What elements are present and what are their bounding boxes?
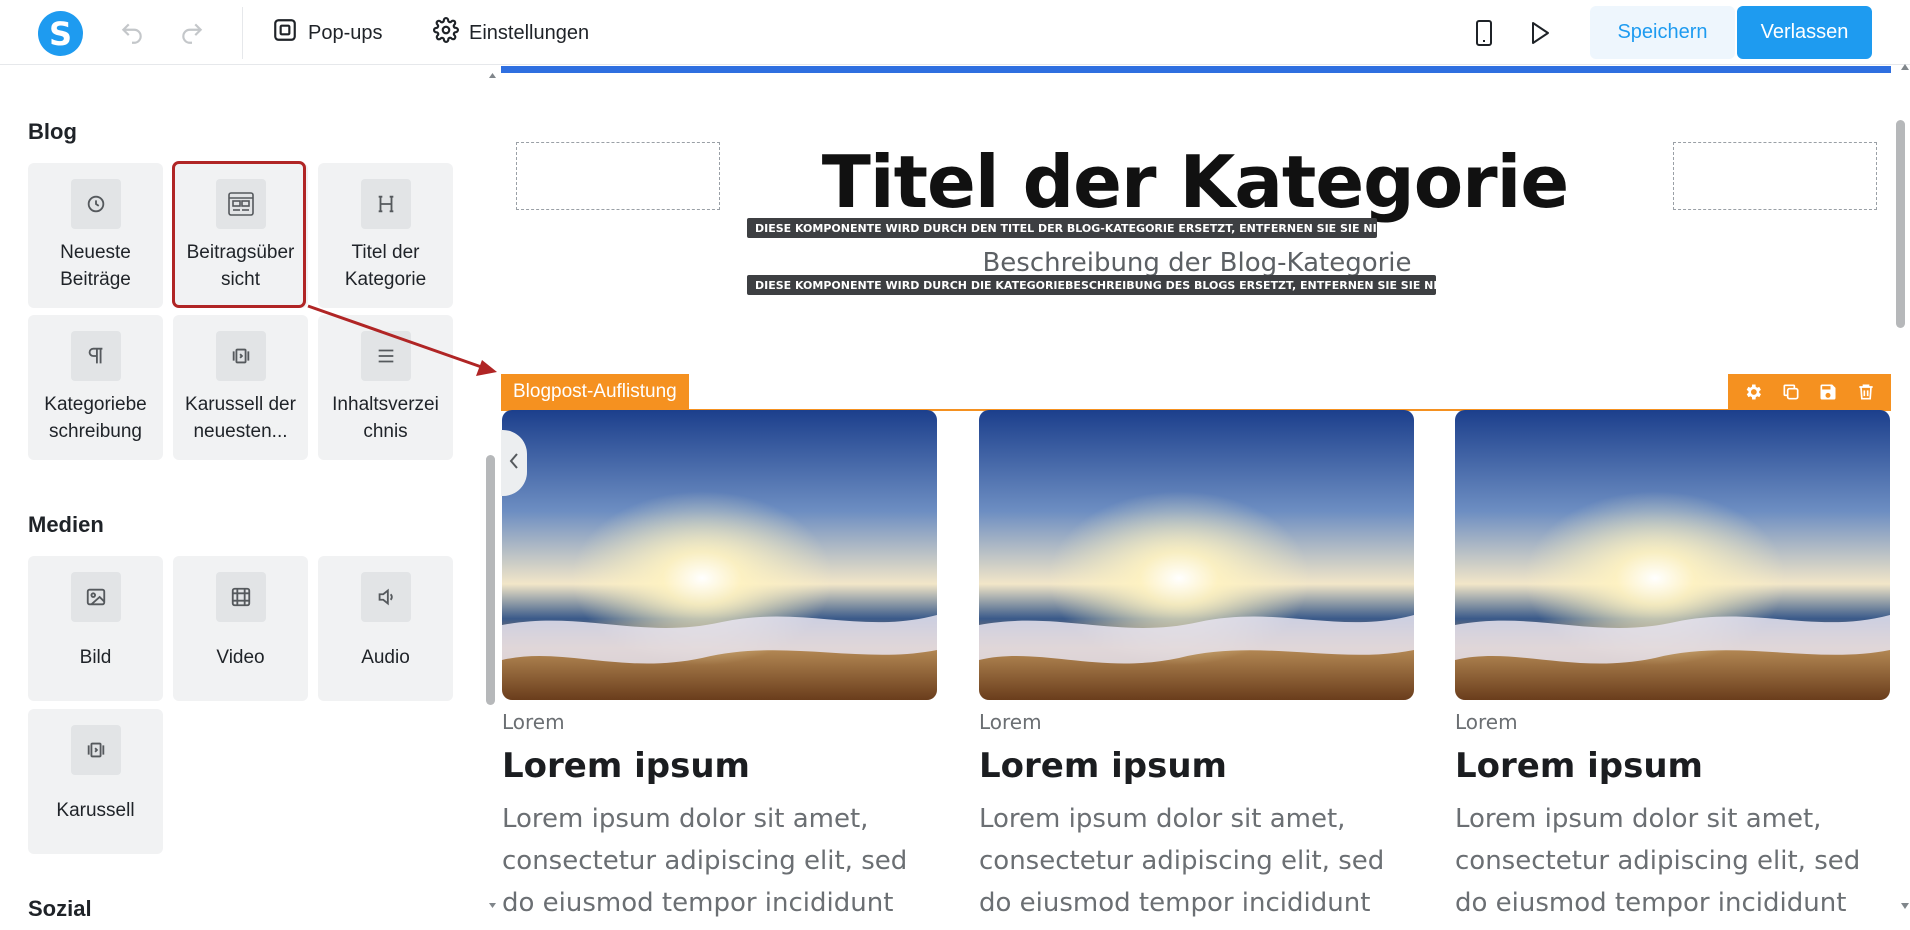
tile-video[interactable]: Video — [173, 556, 308, 701]
tile-label: Neueste Beiträge — [60, 242, 131, 290]
heading-icon — [361, 179, 411, 229]
post-excerpt: Lorem ipsum dolor sit amet, consectetur a… — [1455, 804, 1861, 918]
blog-post-card[interactable]: Lorem Lorem ipsum Lorem ipsum dolor sit … — [1455, 410, 1890, 930]
redo-icon[interactable] — [177, 18, 207, 48]
tile-label: Karussell der neuesten... — [185, 394, 296, 442]
tile-label: Titel der Kategorie — [344, 242, 427, 290]
category-title-notice: DIESE KOMPONENTE WIRD DURCH DEN TITEL DE… — [747, 218, 1401, 238]
list-icon — [361, 331, 411, 381]
gear-icon — [433, 17, 459, 49]
category-description[interactable]: Beschreibung der Blog-Kategorie — [747, 248, 1647, 278]
tile-karussell-der-neuesten[interactable]: Karussell der neuesten... — [173, 315, 308, 460]
post-category: Lorem — [1455, 710, 1518, 734]
top-toolbar: S Pop-ups Einstellungen Speichern Verlas… — [0, 0, 1910, 65]
clock-icon — [71, 179, 121, 229]
tile-label: Inhaltsverzei chnis — [332, 394, 439, 442]
canvas-top-accent — [501, 66, 1891, 73]
component-toolbar — [1728, 374, 1891, 410]
post-title: Lorem ipsum — [502, 746, 750, 786]
category-description-notice: DIESE KOMPONENTE WIRD DURCH DIE KATEGORI… — [747, 275, 1462, 295]
duplicate-icon[interactable] — [1779, 380, 1803, 404]
placeholder-right[interactable] — [1673, 142, 1877, 210]
settings-button[interactable]: Einstellungen — [433, 14, 589, 52]
component-label[interactable]: Blogpost-Auflistung — [501, 374, 689, 410]
chevron-left-icon — [508, 451, 520, 476]
tile-bild[interactable]: Bild — [28, 556, 163, 701]
trash-icon[interactable] — [1854, 380, 1878, 404]
highlight-box — [172, 161, 306, 308]
video-icon — [216, 572, 266, 622]
post-category: Lorem — [979, 710, 1042, 734]
carousel-icon — [216, 331, 266, 381]
post-title: Lorem ipsum — [1455, 746, 1703, 786]
blog-post-card[interactable]: Lorem Lorem ipsum Lorem ipsum dolor sit … — [502, 410, 937, 930]
section-title-medien: Medien — [28, 512, 104, 537]
tile-titel-der-kategorie[interactable]: Titel der Kategorie — [318, 163, 453, 308]
sidebar-scrollbar-thumb[interactable] — [486, 455, 495, 705]
popups-label: Pop-ups — [308, 21, 383, 44]
tile-label: Audio — [361, 647, 410, 668]
tile-inhaltsverzeichnis[interactable]: Inhaltsverzei chnis — [318, 315, 453, 460]
tile-neueste-beitraege[interactable]: Neueste Beiträge — [28, 163, 163, 308]
paragraph-icon — [71, 331, 121, 381]
tile-label: Bild — [79, 647, 112, 668]
popups-button[interactable]: Pop-ups — [272, 14, 383, 52]
tile-label: Kategoriebe schreibung — [44, 394, 147, 442]
audio-icon — [361, 572, 411, 622]
image-icon — [71, 572, 121, 622]
post-image — [979, 410, 1414, 700]
canvas-scrollbar-thumb[interactable] — [1896, 120, 1905, 328]
tile-label: Video — [216, 647, 265, 668]
popup-icon — [272, 17, 298, 49]
post-category: Lorem — [502, 710, 565, 734]
post-title: Lorem ipsum — [979, 746, 1227, 786]
carousel-icon — [71, 725, 121, 775]
app-logo: S — [38, 11, 83, 56]
save-icon[interactable] — [1816, 380, 1840, 404]
mobile-preview-icon[interactable] — [1468, 17, 1500, 49]
save-button[interactable]: Speichern — [1590, 6, 1735, 59]
category-title[interactable]: Titel der Kategorie — [700, 140, 1690, 224]
undo-icon[interactable] — [117, 18, 147, 48]
settings-label: Einstellungen — [469, 21, 590, 44]
exit-button[interactable]: Verlassen — [1737, 6, 1872, 59]
post-image — [502, 410, 937, 700]
section-title-sozial: Sozial — [28, 896, 92, 921]
section-title-blog: Blog — [28, 119, 77, 144]
blog-post-card[interactable]: Lorem Lorem ipsum Lorem ipsum dolor sit … — [979, 410, 1414, 930]
toolbar-divider — [242, 7, 243, 59]
gear-icon[interactable] — [1741, 380, 1765, 404]
post-excerpt: Lorem ipsum dolor sit amet, consectetur a… — [979, 804, 1385, 918]
tile-audio[interactable]: Audio — [318, 556, 453, 701]
tile-karussell[interactable]: Karussell — [28, 709, 163, 854]
tile-kategoriebeschreibung[interactable]: Kategoriebe schreibung — [28, 315, 163, 460]
post-image — [1455, 410, 1890, 700]
tile-label: Karussell — [56, 800, 135, 821]
post-excerpt: Lorem ipsum dolor sit amet, consectetur a… — [502, 804, 908, 918]
placeholder-left[interactable] — [516, 142, 720, 210]
play-preview-icon[interactable] — [1524, 17, 1556, 49]
